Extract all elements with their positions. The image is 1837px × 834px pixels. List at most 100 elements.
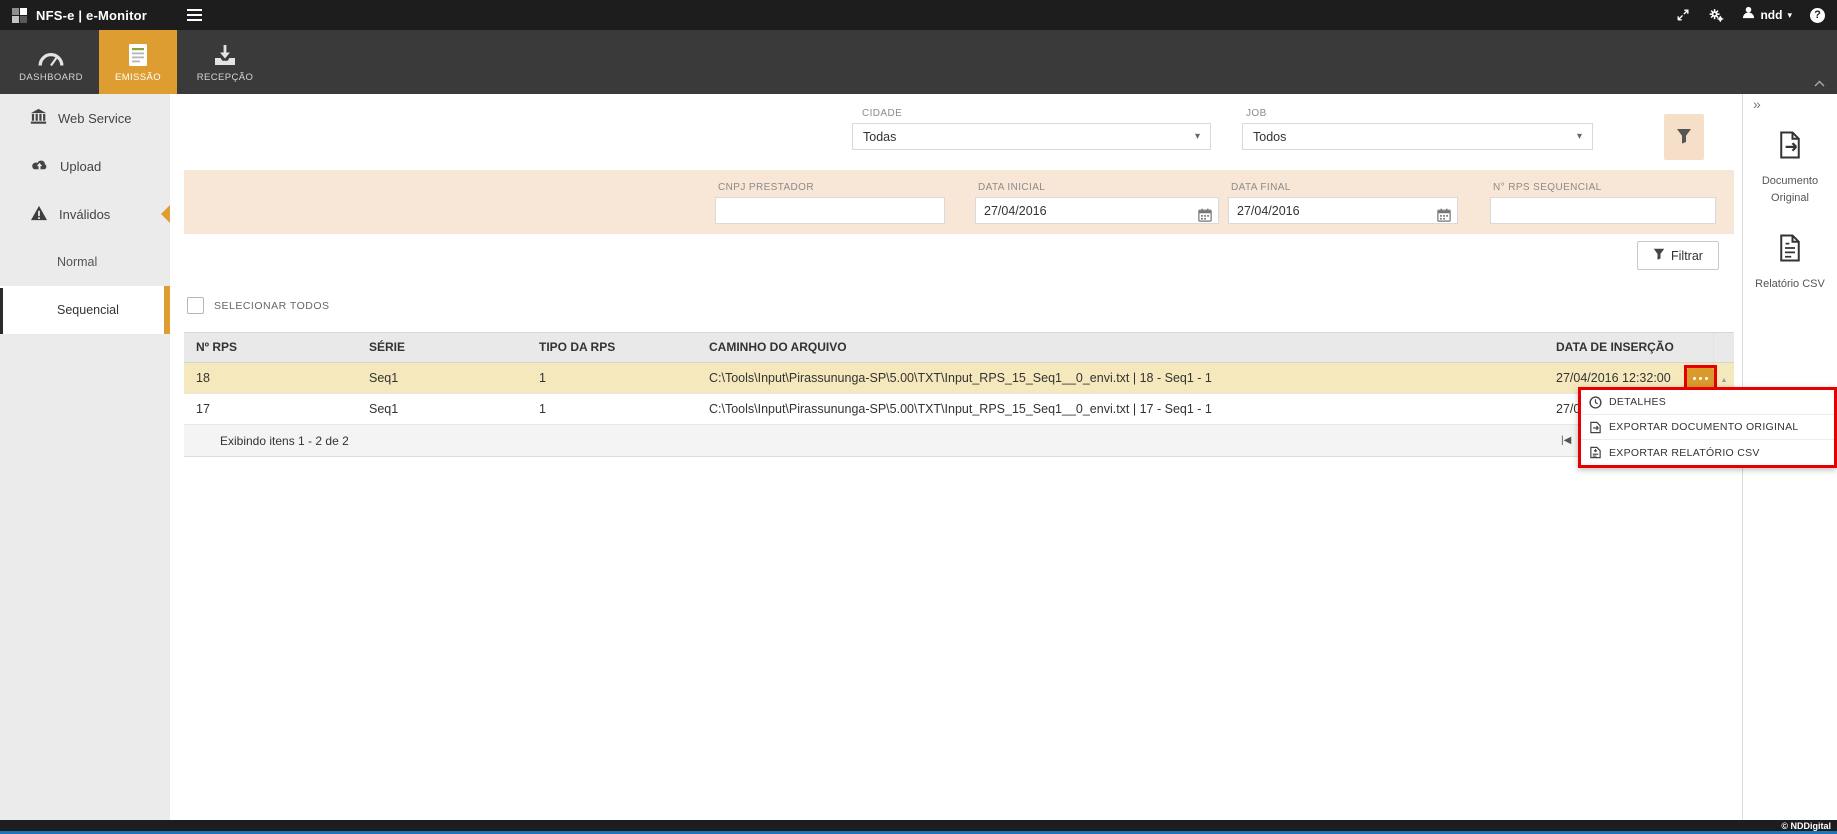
select-all-label: SELECIONAR TODOS [214, 300, 330, 312]
table-footer: Exibindo itens 1 - 2 de 2 |◀ [184, 425, 1734, 457]
advanced-filter-panel: CNPJ PRESTADOR DATA INICIAL DATA FINAL [184, 170, 1734, 234]
documento-original-button[interactable]: Documento Original [1743, 130, 1837, 207]
table-header-row: Nº RPS SÉRIE TIPO DA RPS CAMINHO DO ARQU… [184, 332, 1734, 363]
user-menu[interactable]: ndd ▾ [1742, 6, 1792, 24]
sidebar-item-label: Web Service [58, 111, 131, 126]
emissao-document-icon [128, 42, 148, 67]
cloud-upload-icon [30, 158, 49, 175]
menu-item-exportar-csv[interactable]: EXPORTAR RELATÓRIO CSV [1581, 440, 1834, 465]
sidebar-scrollbar[interactable] [0, 288, 3, 334]
tab-recepcao[interactable]: RECEPÇÃO [186, 30, 264, 94]
select-all-row: SELECIONAR TODOS [187, 297, 330, 314]
relatorio-csv-button[interactable]: Relatório CSV [1743, 233, 1837, 293]
table-footer-text: Exibindo itens 1 - 2 de 2 [220, 434, 349, 448]
caret-down-icon: ▾ [1195, 131, 1200, 142]
filter-toggle-button[interactable] [1664, 114, 1704, 160]
header-num-rps[interactable]: Nº RPS [184, 333, 357, 362]
hamburger-menu-icon[interactable] [187, 6, 202, 24]
sidebar-item-normal[interactable]: Normal [0, 238, 170, 286]
toolbar-collapse-icon[interactable] [1814, 80, 1825, 87]
details-clock-icon [1589, 396, 1602, 409]
status-bar: © NDDigital [0, 820, 1837, 831]
sidebar-item-label: Inválidos [59, 207, 110, 222]
cidade-select[interactable]: Todas ▾ [852, 123, 1211, 150]
filtrar-button-label: Filtrar [1671, 249, 1703, 263]
job-select[interactable]: Todos ▾ [1242, 123, 1593, 150]
rps-sequencial-label: N° RPS SEQUENCIAL [1493, 182, 1716, 193]
header-serie[interactable]: SÉRIE [357, 333, 527, 362]
menu-item-exportar-documento[interactable]: EXPORTAR DOCUMENTO ORIGINAL [1581, 415, 1834, 440]
cell-serie: Seq1 [357, 363, 527, 393]
funnel-icon [1676, 128, 1692, 147]
relatorio-csv-label: Relatório CSV [1743, 276, 1837, 293]
warning-triangle-icon [30, 205, 48, 224]
app-title: NFS-e | e-Monitor [36, 8, 147, 23]
data-final-label: DATA FINAL [1231, 182, 1458, 193]
tab-dashboard-label: DASHBOARD [19, 72, 83, 83]
scroll-up-icon[interactable]: ▲ [1721, 377, 1728, 384]
cidade-field: CIDADE Todas ▾ [852, 108, 1211, 150]
row-context-menu: DETALHES EXPORTAR DOCUMENTO ORIGINAL EXP… [1578, 387, 1837, 468]
tab-emissao[interactable]: EMISSÃO [99, 30, 177, 94]
data-inicial-label: DATA INICIAL [978, 182, 1219, 193]
menu-item-detalhes[interactable]: DETALHES [1581, 390, 1834, 415]
rps-sequencial-input[interactable] [1490, 197, 1716, 224]
job-selected-value: Todos [1253, 130, 1286, 144]
data-inicial-input[interactable] [975, 197, 1219, 224]
menu-item-label: EXPORTAR DOCUMENTO ORIGINAL [1609, 421, 1799, 433]
tab-dashboard[interactable]: DASHBOARD [12, 30, 90, 94]
rps-table: Nº RPS SÉRIE TIPO DA RPS CAMINHO DO ARQU… [184, 332, 1734, 457]
table-row[interactable]: 17 Seq1 1 C:\Tools\Input\Pirassununga-SP… [184, 394, 1734, 425]
sidebar-item-sequencial[interactable]: Sequencial [0, 286, 170, 334]
header-data-insercao[interactable]: DATA DE INSERÇÃO [1544, 333, 1713, 362]
help-icon[interactable]: ? [1810, 8, 1825, 23]
calendar-icon[interactable] [1437, 208, 1451, 222]
cell-serie: Seq1 [357, 394, 527, 424]
app-window: NFS-e | e-Monitor ndd ▾ ? DASH [0, 0, 1837, 834]
user-name: ndd [1760, 8, 1782, 22]
caret-down-icon: ▾ [1577, 131, 1582, 142]
menu-item-label: EXPORTAR RELATÓRIO CSV [1609, 447, 1760, 459]
select-all-checkbox[interactable] [187, 297, 204, 314]
export-csv-icon [1589, 446, 1602, 459]
data-final-input[interactable] [1228, 197, 1458, 224]
cell-caminho: C:\Tools\Input\Pirassununga-SP\5.00\TXT\… [697, 363, 1544, 393]
sidebar-item-upload[interactable]: Upload [0, 142, 170, 190]
cell-tipo: 1 [527, 394, 697, 424]
cidade-selected-value: Todas [863, 130, 896, 144]
sidebar-item-label: Sequencial [57, 303, 119, 317]
header-tipo-rps[interactable]: TIPO DA RPS [527, 333, 697, 362]
table-row[interactable]: 18 Seq1 1 C:\Tools\Input\Pirassununga-SP… [184, 363, 1734, 394]
caret-down-icon: ▾ [1787, 10, 1792, 21]
tab-recepcao-label: RECEPÇÃO [197, 72, 254, 83]
header-scroll-spacer [1713, 333, 1734, 362]
sidebar-item-web-service[interactable]: Web Service [0, 94, 170, 142]
export-document-icon [1589, 421, 1602, 434]
cnpj-input[interactable] [715, 197, 945, 224]
row-actions-button[interactable] [1687, 368, 1714, 388]
module-toolbar: DASHBOARD EMISSÃO RECEPÇÃO [0, 30, 1837, 94]
fullscreen-icon[interactable] [1676, 8, 1690, 22]
settings-gears-icon[interactable] [1708, 8, 1724, 23]
cell-num-rps: 18 [184, 363, 357, 393]
cidade-label: CIDADE [862, 108, 1211, 119]
copyright-text: © NDDigital [1781, 821, 1831, 831]
user-icon [1742, 6, 1755, 24]
app-logo-icon [12, 8, 27, 23]
first-page-icon[interactable]: |◀ [1561, 425, 1571, 457]
recepcao-download-icon [213, 42, 237, 67]
header-caminho[interactable]: CAMINHO DO ARQUIVO [697, 333, 1544, 362]
calendar-icon[interactable] [1198, 208, 1212, 222]
panel-collapse-icon[interactable]: » [1743, 96, 1837, 112]
funnel-icon [1653, 248, 1665, 263]
sidebar-item-label: Normal [57, 255, 97, 269]
cnpj-label: CNPJ PRESTADOR [718, 182, 945, 193]
filtrar-button[interactable]: Filtrar [1637, 241, 1719, 270]
sidebar-item-invalidos[interactable]: Inválidos [0, 190, 170, 238]
documento-original-label: Documento Original [1743, 173, 1837, 207]
rps-sequencial-field: N° RPS SEQUENCIAL [1490, 182, 1716, 224]
data-inicial-field: DATA INICIAL [975, 182, 1219, 224]
cnpj-field: CNPJ PRESTADOR [715, 182, 945, 224]
main-content: CIDADE Todas ▾ JOB Todos ▾ [170, 94, 1742, 820]
data-final-field: DATA FINAL [1228, 182, 1458, 224]
